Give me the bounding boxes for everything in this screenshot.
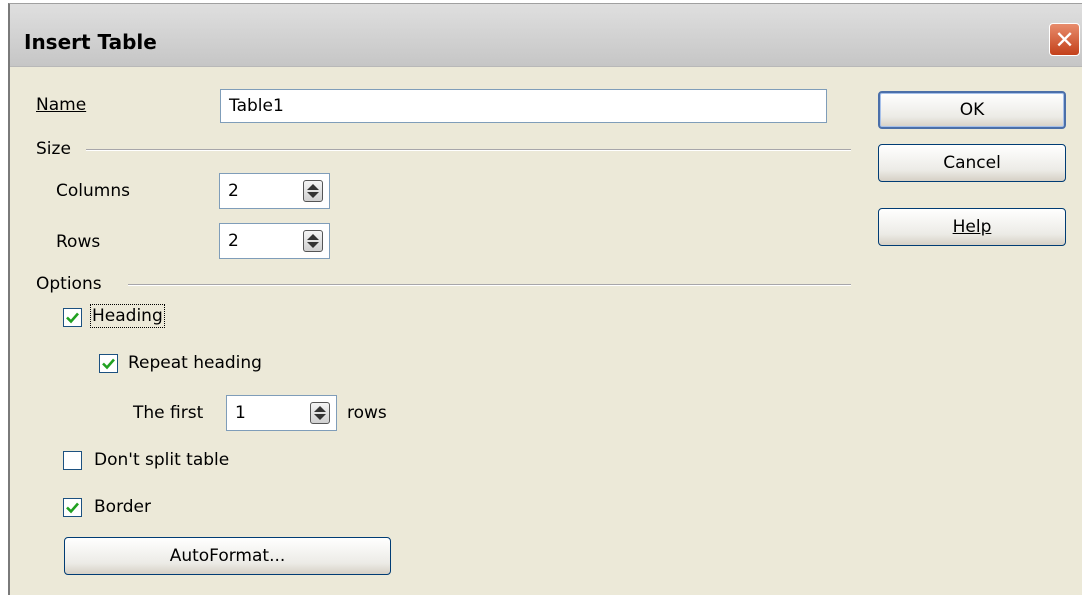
border-checkbox[interactable] (63, 498, 82, 517)
autoformat-button[interactable]: AutoFormat... (64, 537, 391, 575)
dont-split-table-label[interactable]: Don't split table (94, 450, 229, 470)
dont-split-table-checkbox[interactable] (63, 451, 82, 470)
autoformat-button-label: AutoFormat... (169, 546, 286, 566)
columns-spinner[interactable]: 2 (219, 173, 330, 209)
the-first-label: The first (133, 403, 204, 423)
repeat-heading-checkbox[interactable] (99, 354, 118, 373)
check-icon (66, 502, 79, 514)
columns-label: Columns (56, 181, 130, 201)
insert-table-dialog: Insert Table ✕ Name Table1 Size Columns … (8, 3, 1082, 595)
heading-checkbox[interactable] (63, 308, 82, 327)
columns-value: 2 (228, 181, 239, 201)
ok-button[interactable]: OK (878, 91, 1066, 129)
rows-value: 2 (228, 231, 239, 251)
close-icon: ✕ (1054, 25, 1075, 54)
border-label[interactable]: Border (94, 497, 151, 517)
dialog-title: Insert Table (24, 30, 157, 54)
rows-suffix-label: rows (347, 403, 387, 423)
size-separator (86, 149, 851, 151)
heading-rows-spin-arrows-icon[interactable] (310, 402, 330, 424)
name-input[interactable]: Table1 (220, 89, 827, 123)
heading-rows-spinner[interactable]: 1 (226, 395, 337, 431)
columns-spin-arrows-icon[interactable] (303, 180, 323, 202)
ok-button-label: OK (959, 100, 985, 120)
rows-label: Rows (56, 232, 101, 252)
size-section-label: Size (36, 139, 71, 159)
close-button[interactable]: ✕ (1049, 23, 1080, 56)
check-icon (66, 312, 79, 324)
help-button[interactable]: Help (878, 208, 1066, 246)
title-bar[interactable]: Insert Table ✕ (10, 4, 1082, 67)
heading-rows-value: 1 (235, 403, 246, 423)
options-separator (128, 284, 851, 286)
name-label: Name (36, 95, 87, 115)
help-button-label: Help (952, 217, 992, 237)
rows-spinner[interactable]: 2 (219, 223, 330, 259)
check-icon (102, 358, 115, 370)
options-section-label: Options (36, 274, 102, 294)
rows-spin-arrows-icon[interactable] (303, 230, 323, 252)
cancel-button[interactable]: Cancel (878, 144, 1066, 182)
cancel-button-label: Cancel (943, 153, 1001, 173)
heading-label[interactable]: Heading (90, 304, 165, 328)
repeat-heading-label[interactable]: Repeat heading (128, 353, 262, 373)
name-input-value: Table1 (229, 96, 284, 116)
